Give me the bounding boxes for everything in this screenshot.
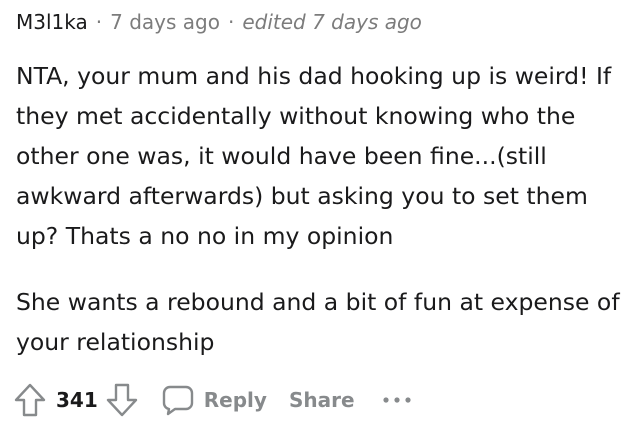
author-link[interactable]: M3l1ka (16, 10, 88, 34)
comment-paragraph: She wants a rebound and a bit of fun at … (16, 288, 620, 356)
meta-separator: · (95, 10, 103, 34)
downvote-button[interactable] (102, 380, 142, 420)
arrow-up-icon (14, 383, 46, 417)
timestamp-link[interactable]: 7 days ago (110, 10, 220, 34)
upvote-button[interactable] (10, 380, 50, 420)
comment-body: NTA, your mum and his dad hooking up is … (16, 56, 636, 362)
more-options-button[interactable] (381, 384, 413, 416)
vote-score: 341 (56, 388, 98, 412)
arrow-down-icon (106, 383, 137, 417)
comment-action-bar: 341 Reply Share (10, 378, 413, 422)
comment-meta: M3l1ka · 7 days ago · edited 7 days ago (16, 8, 422, 36)
edited-label: edited 7 days ago (242, 10, 422, 34)
comment: M3l1ka · 7 days ago · edited 7 days ago … (0, 0, 642, 446)
reply-label: Reply (203, 388, 267, 412)
meta-separator: · (227, 10, 235, 34)
speech-bubble-icon (160, 382, 196, 418)
comment-paragraph: NTA, your mum and his dad hooking up is … (16, 62, 612, 250)
ellipsis-icon (382, 397, 411, 403)
reply-button[interactable]: Reply (160, 382, 267, 418)
share-button[interactable]: Share (289, 388, 355, 412)
